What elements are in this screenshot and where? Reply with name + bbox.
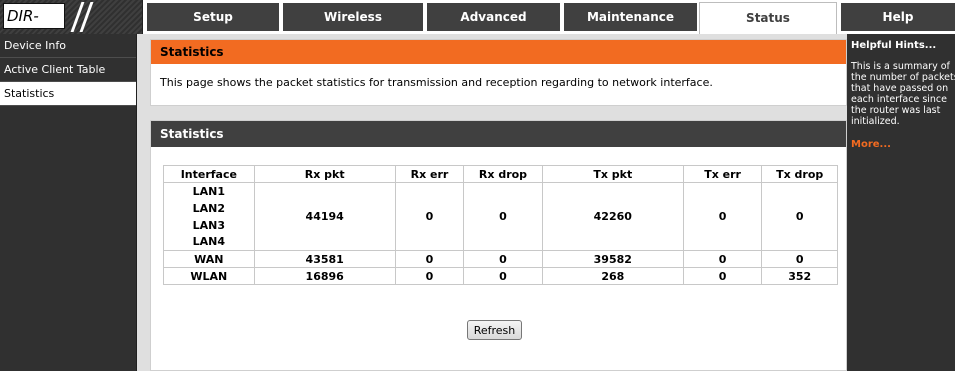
interface-cell: LAN1 [163, 182, 255, 200]
rx-pkt-cell: 16896 [253, 267, 396, 285]
column-header: Rx err [394, 165, 465, 183]
intro-panel: Statistics This page shows the packet st… [150, 39, 847, 106]
tx-drop-cell: 352 [761, 267, 838, 285]
tab-setup[interactable]: Setup [147, 3, 279, 31]
interface-cell: LAN2 [163, 199, 255, 217]
helpful-hints-text: This is a summary of the number of packe… [851, 61, 955, 127]
main-content: Statistics This page shows the packet st… [137, 34, 847, 371]
interface-cell: LAN4 [163, 233, 255, 251]
rx-drop-cell: 0 [463, 250, 543, 268]
column-header: Interface [163, 165, 255, 183]
tx-err-cell: 0 [682, 182, 763, 251]
table-row: WAN 43581 0 0 39582 0 0 [163, 250, 838, 268]
page-title: Statistics [151, 40, 846, 64]
interface-cell: WAN [163, 250, 255, 268]
tx-pkt-cell: 39582 [541, 250, 684, 268]
page-description: This page shows the packet statistics fo… [160, 76, 713, 89]
refresh-button[interactable]: Refresh [467, 320, 522, 340]
helpful-hints-panel: Helpful Hints... This is a summary of th… [847, 34, 955, 371]
column-header: Tx err [682, 165, 763, 183]
rx-err-cell: 0 [394, 250, 465, 268]
column-header: Tx drop [761, 165, 838, 183]
statistics-section-title: Statistics [151, 121, 846, 147]
tab-advanced[interactable]: Advanced [427, 3, 560, 31]
top-navigation: DIR-600 Setup Wireless Advanced Maintena… [0, 0, 955, 49]
statistics-table: Interface Rx pkt Rx err Rx drop Tx pkt T… [163, 165, 838, 285]
statistics-panel: Statistics Interface Rx pkt Rx err Rx dr… [150, 120, 847, 371]
tx-drop-cell: 0 [761, 182, 838, 251]
tx-err-cell: 0 [682, 267, 763, 285]
dlink-logo: DIR-600 [0, 0, 143, 49]
sidebar: Device Info Active Client Table Statisti… [0, 34, 137, 371]
column-header: Rx pkt [253, 165, 396, 183]
interface-cell: WLAN [163, 267, 255, 285]
model-name: DIR-600 [3, 3, 65, 49]
rx-err-cell: 0 [394, 267, 465, 285]
helpful-hints-title: Helpful Hints... [851, 40, 937, 51]
tab-maintenance[interactable]: Maintenance [564, 3, 697, 31]
tx-drop-cell: 0 [761, 250, 838, 268]
table-row: LAN1 44194 0 0 42260 0 0 [163, 182, 838, 251]
tab-wireless[interactable]: Wireless [283, 3, 423, 31]
tab-help[interactable]: Help [841, 3, 955, 31]
sidebar-item-statistics[interactable]: Statistics [0, 82, 136, 106]
sidebar-item-device-info[interactable]: Device Info [0, 34, 136, 58]
rx-drop-cell: 0 [463, 267, 543, 285]
table-header-row: Interface Rx pkt Rx err Rx drop Tx pkt T… [163, 165, 838, 183]
column-header: Rx drop [463, 165, 543, 183]
sidebar-item-active-client-table[interactable]: Active Client Table [0, 58, 136, 82]
interface-cell: LAN3 [163, 216, 255, 234]
rx-pkt-cell: 44194 [253, 182, 396, 251]
tab-status[interactable]: Status [699, 2, 837, 34]
tx-pkt-cell: 268 [541, 267, 684, 285]
tx-pkt-cell: 42260 [541, 182, 684, 251]
rx-pkt-cell: 43581 [253, 250, 396, 268]
rx-err-cell: 0 [394, 182, 465, 251]
more-link[interactable]: More... [851, 139, 955, 150]
tx-err-cell: 0 [682, 250, 763, 268]
rx-drop-cell: 0 [463, 182, 543, 251]
table-row: WLAN 16896 0 0 268 0 352 [163, 267, 838, 285]
column-header: Tx pkt [541, 165, 684, 183]
